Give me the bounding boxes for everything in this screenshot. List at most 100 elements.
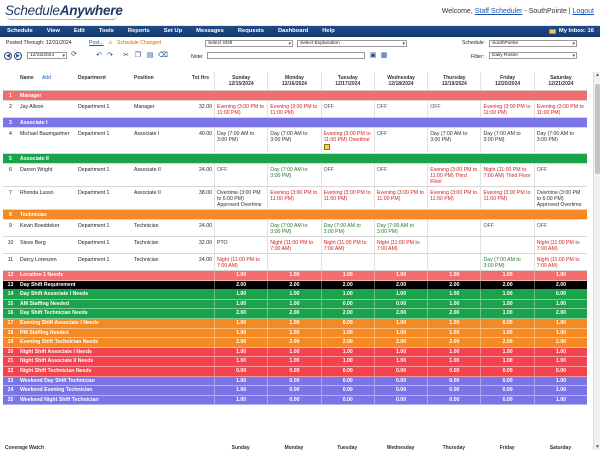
- needs-row[interactable]: 17 Evening Shift Associate I Needs 1.00 1.0…: [3, 318, 587, 329]
- copy-icon[interactable]: ❐: [134, 52, 142, 60]
- shift-cell[interactable]: OFF: [320, 101, 374, 117]
- shift-cell[interactable]: Overtime (3:00 PM to 6:00 PM) Approved O…: [533, 187, 587, 209]
- shift-cell[interactable]: [480, 237, 533, 253]
- note-input[interactable]: [207, 52, 365, 59]
- needs-row[interactable]: 14 Day Shift Associate I Needs 1.00 1.00 1.0…: [3, 290, 587, 300]
- nav-view[interactable]: View: [40, 26, 67, 37]
- shift-cell[interactable]: Night (11:00 PM to 7:00 AM): [373, 237, 427, 253]
- shift-cell[interactable]: [373, 254, 427, 270]
- add-employee-link[interactable]: Add: [42, 75, 51, 81]
- eraser-icon[interactable]: ⌫: [158, 52, 168, 60]
- needs-row[interactable]: 18 PM Staffing Needed 1.00 1.00 1.00 1.00 1.00…: [3, 328, 587, 339]
- shift-cell[interactable]: OFF: [320, 164, 374, 186]
- shift-cell[interactable]: Night (11:00 PM to 7:00 AM): [320, 237, 374, 253]
- employee-name[interactable]: Steve Berg: [18, 237, 76, 253]
- employee-row[interactable]: 2 Jay Allson Department 1 Manager 32.00 Eveni…: [3, 101, 587, 118]
- logo[interactable]: ScheduleAnywhere: [5, 3, 123, 20]
- filter-dropdown[interactable]: Daily Roster: [489, 52, 577, 59]
- col-day-0[interactable]: Sunday 12/15/2024: [214, 72, 267, 90]
- col-tot-hrs[interactable]: Tot Hrs: [187, 72, 214, 90]
- shift-cell[interactable]: Day (7:00 AM to 3:00 PM): [320, 220, 374, 236]
- paste-icon[interactable]: ▤: [146, 52, 154, 60]
- nav-help[interactable]: Help: [315, 26, 342, 37]
- group-row[interactable]: 3 Associate I: [3, 118, 587, 128]
- nav-reports[interactable]: Reports: [121, 26, 157, 37]
- employee-row[interactable]: 6 Darren Wright Department 1 Associate II 24…: [3, 164, 587, 187]
- next-week-icon[interactable]: ▶: [14, 52, 22, 60]
- vertical-scrollbar[interactable]: ▲ ▼: [593, 72, 600, 450]
- shift-cell[interactable]: [214, 220, 267, 236]
- col-position[interactable]: Position: [132, 72, 187, 90]
- shift-cell[interactable]: PTO: [214, 237, 267, 253]
- shift-cell[interactable]: Day (7:00 AM to 3:00 PM): [267, 164, 320, 186]
- shift-cell[interactable]: Day (7:00 AM to 3:00 PM): [267, 220, 320, 236]
- save-note-icon[interactable]: ▣: [369, 52, 377, 60]
- shift-cell[interactable]: Evening (3:00 PM to 11:00 PM): [480, 187, 533, 209]
- shift-cell[interactable]: Night (11:00 PM to 7:00 AM) Third Floor: [480, 164, 533, 186]
- shift-cell[interactable]: Day (7:00 AM to 3:00 PM): [214, 128, 267, 153]
- shift-cell[interactable]: Evening (3:00 PM to 11:00 PM) Overtime: [320, 128, 374, 153]
- shift-cell[interactable]: Evening (3:00 PM to 11:00 PM) Third Floo…: [427, 164, 480, 186]
- needs-row[interactable]: 25 Weekend Night Shift Technician 1.00 0.00…: [3, 395, 587, 406]
- shift-cell[interactable]: Day (7:00 AM to 3:00 PM): [267, 128, 320, 153]
- employee-row[interactable]: 11 Darcy Lorenzen Department 1 Technician 24…: [3, 254, 587, 271]
- col-day-5[interactable]: Friday 12/20/2024: [480, 72, 533, 90]
- prev-week-icon[interactable]: ◀: [4, 52, 12, 60]
- scroll-up-icon[interactable]: ▲: [594, 72, 600, 78]
- shift-cell[interactable]: OFF: [427, 101, 480, 117]
- employee-name[interactable]: Kevin Boeddeker: [18, 220, 76, 236]
- shift-cell[interactable]: Evening (3:00 PM to 11:00 PM): [533, 101, 587, 117]
- col-day-3[interactable]: Wednesday 12/18/2024: [373, 72, 427, 90]
- group-row[interactable]: 5 Associate II: [3, 154, 587, 164]
- coverage-watch-label[interactable]: Coverage Watch: [3, 444, 214, 450]
- shift-cell[interactable]: Overtime (3:00 PM to 6:00 PM) Approved O…: [214, 187, 267, 209]
- nav-messages[interactable]: Messages: [189, 26, 231, 37]
- undo-icon[interactable]: ↶: [95, 52, 103, 60]
- needs-row[interactable]: 13 Day Shift Requirement 2.00 2.00 2.00 2.00 2…: [3, 280, 587, 291]
- user-link[interactable]: Staff Scheduler: [475, 8, 523, 15]
- shift-cell[interactable]: [427, 220, 480, 236]
- needs-row[interactable]: 24 Weekend Evening Technician 1.00 0.00 0.00…: [3, 386, 587, 396]
- shift-cell[interactable]: Evening (3:00 PM to 11:00 PM): [320, 187, 374, 209]
- nav-schedule[interactable]: Schedule: [0, 26, 40, 37]
- shift-cell[interactable]: Day (7:00 AM to 3:00 PM): [427, 128, 480, 153]
- shift-cell[interactable]: OFF: [373, 128, 427, 153]
- shift-cell[interactable]: Night (11:00 PM to 7:00 AM): [267, 237, 320, 253]
- refresh-icon[interactable]: ⟳: [70, 51, 78, 59]
- employee-name[interactable]: Jay Allson: [18, 101, 76, 117]
- logout-link[interactable]: Logout: [573, 8, 594, 15]
- col-department[interactable]: Department: [76, 72, 132, 90]
- needs-row[interactable]: 15 AM Staffing Needed 1.00 1.00 0.00 0.00 1.00…: [3, 299, 587, 310]
- shift-cell[interactable]: Day (7:00 AM to 3:00 PM): [480, 254, 533, 270]
- shift-cell[interactable]: [427, 254, 480, 270]
- needs-row[interactable]: 16 Day Shift Technician Needs 2.00 2.00 2.00…: [3, 309, 587, 319]
- shift-cell[interactable]: OFF: [373, 101, 427, 117]
- employee-row[interactable]: 9 Kevin Boeddeker Department 1 Technician 24…: [3, 220, 587, 237]
- col-day-6[interactable]: Saturday 12/21/2024: [533, 72, 587, 90]
- shift-cell[interactable]: Evening (3:00 PM to 11:00 PM): [214, 101, 267, 117]
- shift-cell[interactable]: OFF: [373, 164, 427, 186]
- shift-cell[interactable]: [267, 254, 320, 270]
- shift-cell[interactable]: Night (11:00 PM to 7:00 AM): [533, 254, 587, 270]
- employee-name[interactable]: Darcy Lorenzen: [18, 254, 76, 270]
- cut-icon[interactable]: ✂: [122, 52, 130, 60]
- shift-cell[interactable]: Evening (3:00 PM to 11:00 PM): [427, 187, 480, 209]
- shift-cell[interactable]: Day (7:00 AM to 3:00 PM): [533, 128, 587, 153]
- shift-cell[interactable]: Evening (3:00 PM to 11:00 PM): [480, 101, 533, 117]
- shift-cell[interactable]: Day (7:00 AM to 3:00 PM): [480, 128, 533, 153]
- redo-icon[interactable]: ↷: [106, 52, 114, 60]
- shift-cell[interactable]: Night (11:00 PM to 7:00 AM): [214, 254, 267, 270]
- employee-row[interactable]: 10 Steve Berg Department 1 Technician 32.00 P…: [3, 237, 587, 254]
- col-day-2[interactable]: Tuesday 12/17/2024: [320, 72, 374, 90]
- shift-cell[interactable]: Evening (3:00 PM to 11:00 PM): [267, 101, 320, 117]
- nav-edit[interactable]: Edit: [67, 26, 92, 37]
- nav-tools[interactable]: Tools: [92, 26, 121, 37]
- needs-row[interactable]: 20 Night Shift Associate I Needs 1.00 1.00 1…: [3, 347, 587, 358]
- employee-name[interactable]: Darren Wright: [18, 164, 76, 186]
- shift-cell[interactable]: [427, 237, 480, 253]
- scroll-thumb[interactable]: [595, 84, 600, 174]
- employee-name[interactable]: Rhonda Lusso: [18, 187, 76, 209]
- col-day-4[interactable]: Thursday 12/19/2024: [427, 72, 480, 90]
- needs-row[interactable]: 12 Location 1 Needs 1.00 1.00 1.00 1.00 1.00 1.…: [3, 271, 587, 281]
- group-row[interactable]: 1 Manager: [3, 91, 587, 101]
